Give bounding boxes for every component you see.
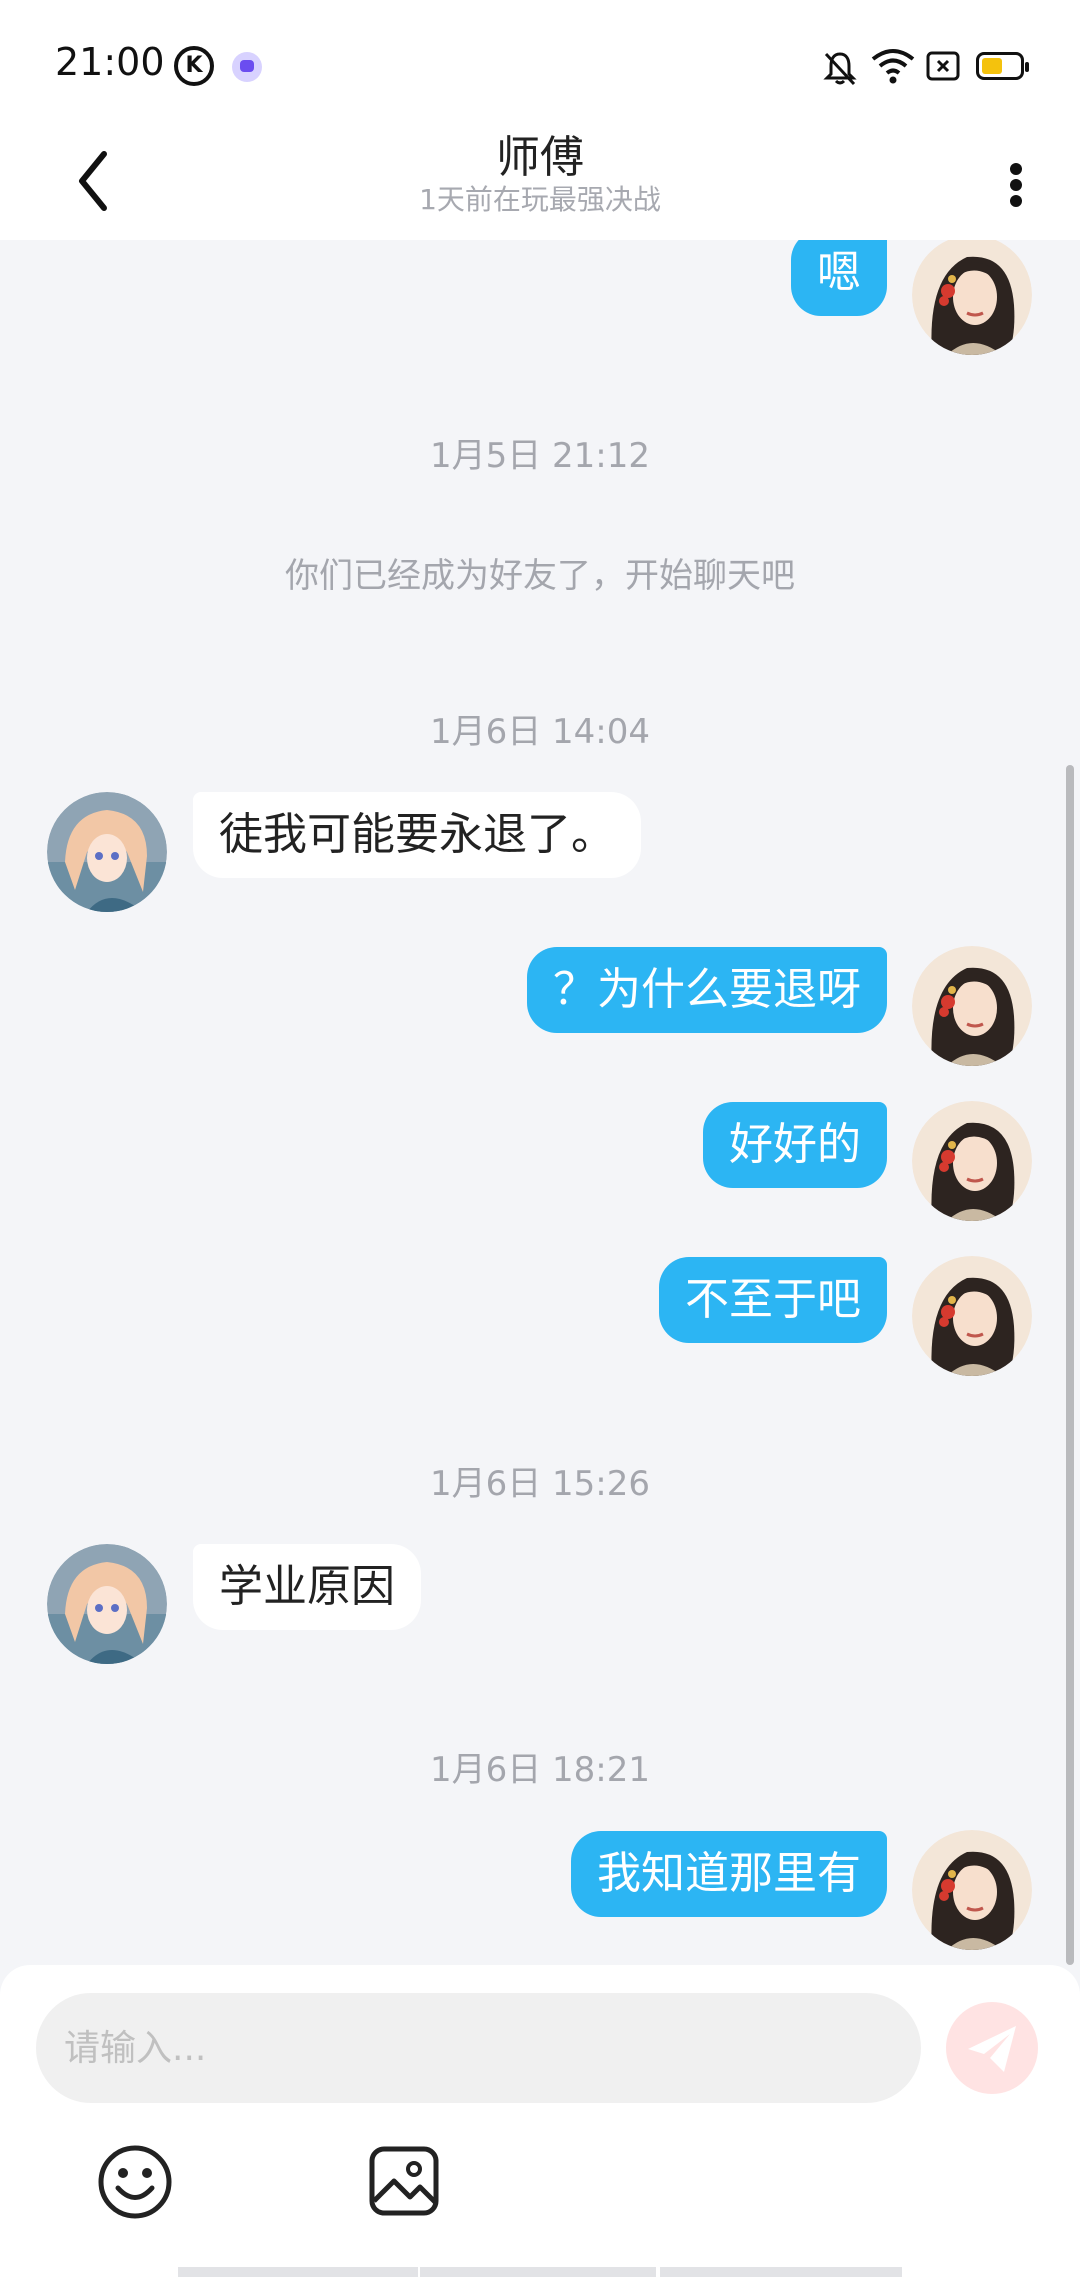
my-avatar[interactable] bbox=[912, 946, 1032, 1066]
image-icon bbox=[369, 2146, 439, 2216]
scrollbar[interactable] bbox=[1066, 765, 1074, 1965]
timestamp: 1月6日 14:04 bbox=[429, 712, 651, 752]
k-app-icon: K bbox=[174, 46, 214, 86]
tab-indicator bbox=[660, 2267, 902, 2277]
sent-message[interactable]: 不至于吧 bbox=[659, 1257, 887, 1343]
received-message[interactable]: 学业原因 bbox=[193, 1544, 421, 1630]
sent-message[interactable]: 我知道那里有 bbox=[571, 1831, 887, 1917]
timestamp: 1月6日 15:26 bbox=[429, 1464, 651, 1504]
messenger-icon bbox=[232, 52, 262, 82]
emoji-icon bbox=[98, 2145, 172, 2219]
received-message[interactable]: 徒我可能要永退了。 bbox=[193, 792, 641, 878]
message-input[interactable] bbox=[36, 1993, 921, 2103]
more-options-button[interactable] bbox=[996, 138, 1036, 228]
image-button[interactable] bbox=[366, 2143, 446, 2223]
my-avatar[interactable] bbox=[912, 240, 1032, 355]
tab-indicator bbox=[178, 2267, 418, 2277]
my-avatar[interactable] bbox=[912, 1830, 1032, 1950]
mute-icon bbox=[823, 52, 857, 86]
status-bar: 21:00 K bbox=[0, 0, 1080, 128]
send-button[interactable] bbox=[946, 2002, 1038, 2094]
chat-screen: 21:00 K 师傅 1天前在玩最强决战 嗯 1月5日 21:12 你们已经成为… bbox=[0, 0, 1080, 2280]
wifi-icon bbox=[871, 49, 915, 84]
sim-icon bbox=[926, 51, 960, 81]
status-time: 21:00 bbox=[55, 40, 165, 84]
timestamp: 1月5日 21:12 bbox=[429, 436, 651, 476]
my-avatar[interactable] bbox=[912, 1256, 1032, 1376]
sent-message[interactable]: 嗯 bbox=[791, 240, 887, 316]
tab-indicator bbox=[420, 2267, 656, 2277]
timestamp: 1月6日 18:21 bbox=[429, 1750, 651, 1790]
battery-icon bbox=[976, 52, 1029, 80]
system-message: 你们已经成为好友了，开始聊天吧 bbox=[285, 556, 795, 596]
chat-header: 师傅 1天前在玩最强决战 bbox=[0, 116, 1080, 240]
contact-avatar[interactable] bbox=[47, 792, 167, 912]
sent-message[interactable]: ？为什么要退呀 bbox=[527, 947, 887, 1033]
sent-message[interactable]: 好好的 bbox=[703, 1102, 887, 1188]
contact-avatar[interactable] bbox=[47, 1544, 167, 1664]
contact-name: 师傅 bbox=[496, 132, 584, 183]
message-list[interactable]: 嗯 1月5日 21:12 你们已经成为好友了，开始聊天吧 1月6日 14:04 … bbox=[0, 240, 1080, 1965]
my-avatar[interactable] bbox=[912, 1101, 1032, 1221]
input-area bbox=[0, 1965, 1080, 2280]
send-icon bbox=[968, 2026, 1016, 2072]
contact-status: 1天前在玩最强决战 bbox=[419, 183, 661, 216]
emoji-button[interactable] bbox=[96, 2143, 174, 2221]
